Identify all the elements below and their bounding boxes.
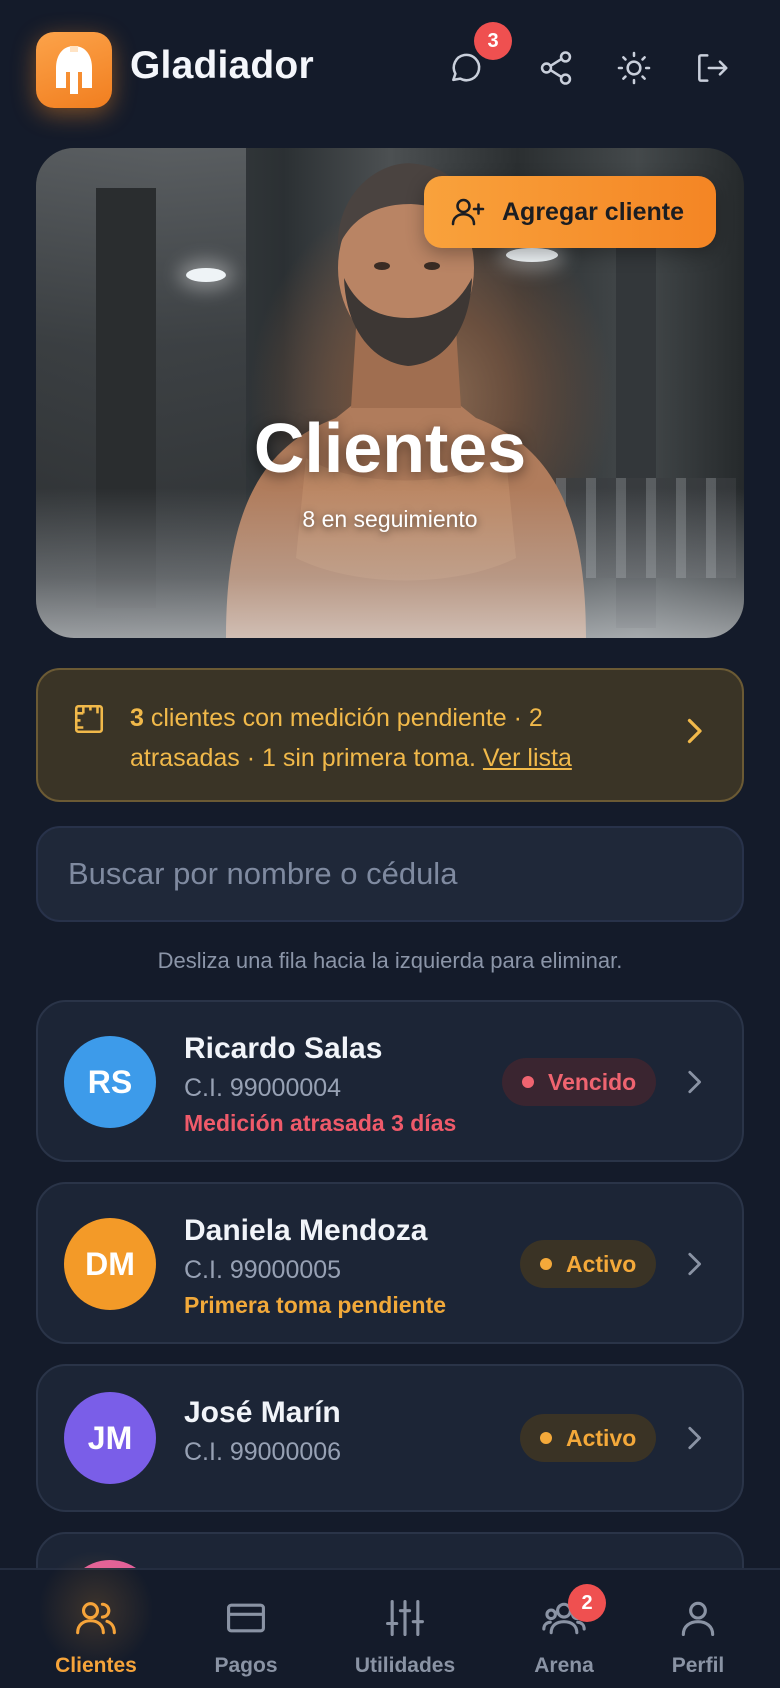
logout-icon[interactable]: [690, 46, 734, 90]
client-note: Primera toma pendiente: [184, 1292, 447, 1318]
avatar: JM: [64, 1392, 156, 1484]
client-name: Daniela Mendoza: [184, 1214, 428, 1247]
nav-item-perfil[interactable]: Perfil: [620, 1570, 776, 1688]
page-title: Clientes: [253, 409, 527, 487]
bottom-navigation: Clientes Pagos Utilidades Arena 2 Perfil: [0, 1550, 780, 1688]
search-box: [36, 826, 744, 922]
user-plus-icon: [451, 198, 485, 226]
client-id: C.I. 99000004: [184, 1074, 342, 1102]
status-label: Vencido: [548, 1068, 637, 1095]
view-list-link[interactable]: Ver lista: [483, 744, 572, 772]
arena-badge: 2: [568, 1584, 606, 1622]
app-header: Gladiador 3: [0, 0, 780, 140]
status-badge: Vencido: [502, 1058, 657, 1106]
alert-text: clientes con medición pendiente · 2 atra…: [130, 704, 543, 772]
search-input[interactable]: [38, 828, 742, 920]
nav-label: Arena: [534, 1654, 594, 1677]
status-dot: [540, 1258, 552, 1270]
add-client-button[interactable]: Agregar cliente: [424, 176, 716, 248]
avatar: DM: [64, 1218, 156, 1310]
nav-label: Utilidades: [354, 1654, 456, 1677]
client-card[interactable]: JM José Marín C.I. 99000006 Activo: [36, 1364, 744, 1512]
card-icon: [227, 1603, 265, 1633]
app-title: Gladiador: [130, 44, 314, 87]
nav-label: Perfil: [671, 1654, 725, 1677]
nav-label: Pagos: [214, 1654, 278, 1677]
sun-icon[interactable]: [612, 46, 656, 90]
nav-label: Clientes: [55, 1654, 137, 1677]
notification-badge: 3: [474, 22, 512, 60]
user-icon: [681, 1601, 715, 1637]
status-badge: Activo: [520, 1240, 657, 1288]
chevron-right-icon: [688, 1426, 701, 1450]
status-dot: [522, 1076, 534, 1088]
hero-banner: Clientes 8 en seguimiento Agregar client…: [36, 148, 744, 638]
nav-item-arena[interactable]: Arena: [486, 1570, 642, 1688]
users-icon: [76, 1602, 116, 1635]
nav-item-utilidades[interactable]: Utilidades: [327, 1570, 483, 1688]
chevron-right-icon: [687, 718, 702, 744]
chevron-right-icon: [688, 1252, 701, 1276]
client-name: Ricardo Salas: [184, 1032, 383, 1065]
share-icon[interactable]: [534, 46, 578, 90]
status-label: Activo: [566, 1250, 637, 1277]
client-name: José Marín: [184, 1396, 341, 1429]
chevron-right-icon: [688, 1070, 701, 1094]
avatar: RS: [64, 1036, 156, 1128]
client-note: Medición atrasada 3 días: [184, 1110, 457, 1136]
client-id: C.I. 99000005: [184, 1256, 342, 1284]
gladiator-logo: [36, 32, 112, 108]
status-label: Activo: [566, 1424, 637, 1451]
client-count: 8 en seguimiento: [302, 506, 478, 532]
pending-measurement-alert[interactable]: 3 clientes con medición pendiente · 2 at…: [36, 668, 744, 802]
status-dot: [540, 1432, 552, 1444]
swipe-hint: Desliza una fila hacia la izquierda para…: [157, 948, 623, 973]
alert-count: 3: [130, 704, 144, 732]
nav-item-pagos[interactable]: Pagos: [168, 1570, 324, 1688]
sliders-icon: [386, 1599, 424, 1637]
alert-message: 3 clientes con medición pendiente · 2 at…: [130, 698, 650, 778]
client-id: C.I. 99000006: [184, 1438, 342, 1466]
client-card[interactable]: RS Ricardo Salas C.I. 99000004 Medición …: [36, 1000, 744, 1162]
status-badge: Activo: [520, 1414, 657, 1462]
nav-item-clientes[interactable]: Clientes: [18, 1550, 174, 1688]
ruler-icon: [74, 704, 104, 734]
client-card[interactable]: DM Daniela Mendoza C.I. 99000005 Primera…: [36, 1182, 744, 1344]
helmet-icon: [56, 46, 92, 94]
add-client-label: Agregar cliente: [502, 197, 685, 226]
